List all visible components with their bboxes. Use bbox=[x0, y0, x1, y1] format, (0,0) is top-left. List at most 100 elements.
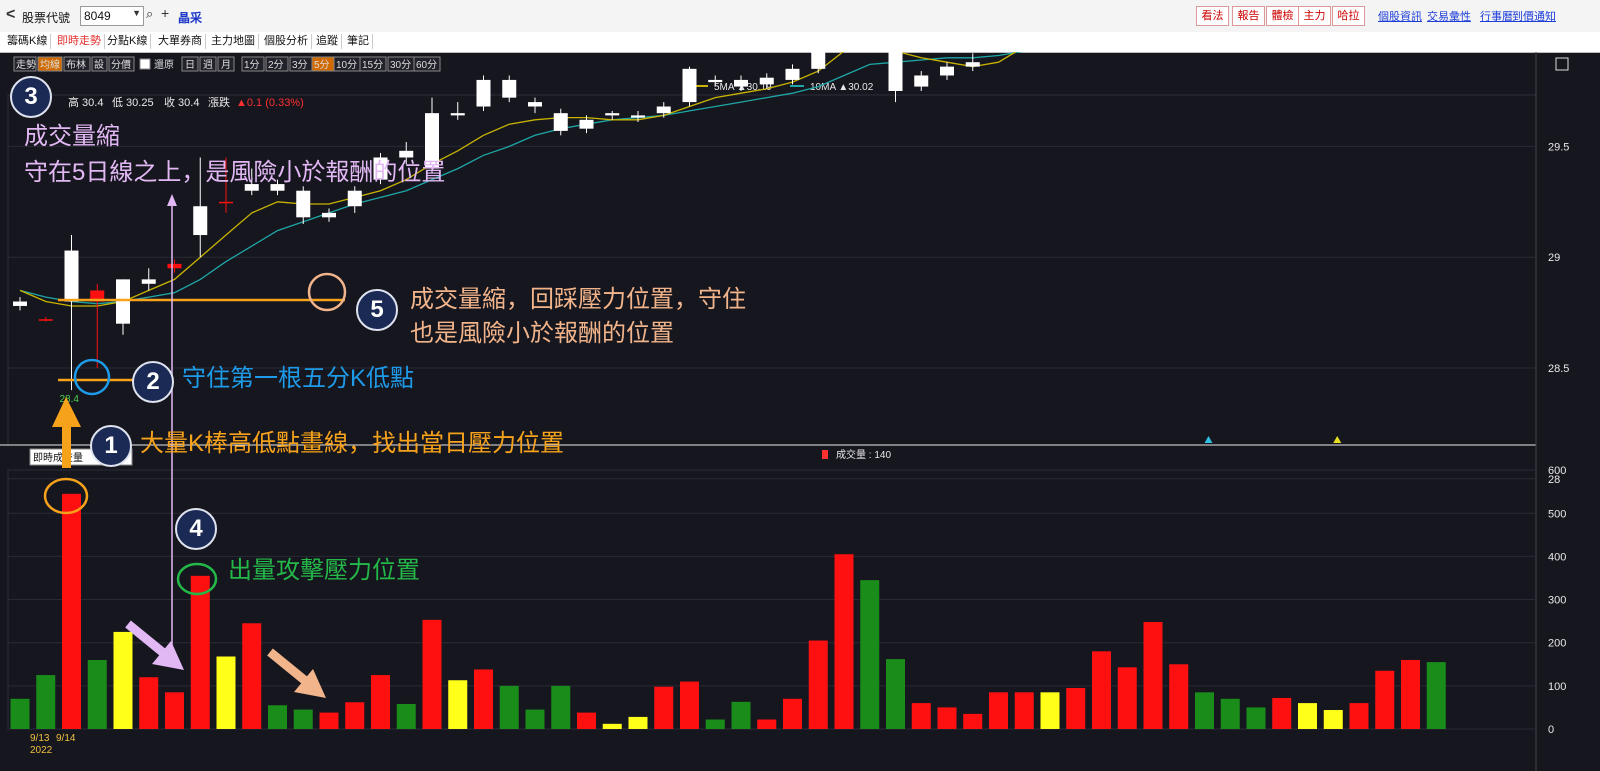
candle-body bbox=[759, 77, 774, 85]
volume-bar bbox=[963, 713, 983, 729]
price-tick-label: 28.5 bbox=[1548, 363, 1569, 375]
volume-bar bbox=[551, 685, 571, 729]
candle-body bbox=[708, 79, 723, 83]
stock-code-input[interactable]: 8049 ▼ bbox=[80, 6, 144, 26]
volume-bar bbox=[1014, 692, 1034, 729]
volume-bar bbox=[808, 640, 828, 729]
volume-bar bbox=[87, 659, 107, 729]
volume-bar bbox=[1323, 710, 1343, 729]
volume-bar bbox=[371, 675, 390, 729]
candle-body bbox=[347, 190, 362, 207]
tab-bar: 籌碼K線 即時走勢 分點K線 大單券商 主力地圖 個股分析 追蹤 筆記 bbox=[0, 32, 1600, 53]
volume-bar bbox=[783, 698, 802, 729]
volume-bar bbox=[1246, 707, 1266, 729]
tab-0[interactable]: 籌碼K線 bbox=[4, 34, 52, 49]
restore-checkbox bbox=[139, 58, 151, 70]
volume-bar bbox=[319, 712, 339, 729]
top-toolbar: < 股票代號 8049 ▼ ⌕ + 晶采 看法 報告 體檢 主力 哈拉 個股資訊 交易彙性… bbox=[0, 0, 1600, 33]
search-icon[interactable]: ⌕ bbox=[146, 6, 153, 22]
annotation-5-line1: 成交量縮，回踩壓力位置，守住 bbox=[410, 286, 746, 313]
volume-bar bbox=[989, 692, 1008, 729]
volume-bar bbox=[268, 705, 287, 729]
candle-body bbox=[656, 106, 671, 114]
tab-3[interactable]: 大單券商 bbox=[155, 34, 206, 49]
annotation-circle-2 bbox=[73, 358, 111, 396]
candle-body bbox=[502, 79, 517, 98]
toolbar-button-2[interactable]: 體檢 bbox=[1266, 6, 1299, 26]
candle-body bbox=[528, 102, 542, 107]
stock-name: 晶采 bbox=[178, 11, 203, 25]
candle-body bbox=[734, 79, 748, 87]
tab-1[interactable]: 即時走勢 bbox=[54, 34, 105, 49]
volume-bar bbox=[113, 631, 133, 729]
volume-bar bbox=[448, 680, 468, 729]
ma-legend-label: 10MA ▲30.02 bbox=[810, 82, 874, 93]
price-tick-label: 29 bbox=[1548, 252, 1560, 264]
volume-bar bbox=[396, 703, 416, 729]
candle-body bbox=[682, 68, 697, 103]
x-tick-label: 9/14 bbox=[56, 733, 76, 744]
volume-bar bbox=[499, 685, 519, 729]
period-button-label: 月 bbox=[221, 59, 231, 71]
toolbar-link-1[interactable]: 交易彙性 bbox=[1427, 8, 1471, 24]
volume-bar bbox=[628, 716, 648, 729]
chevron-down-icon[interactable]: ▼ bbox=[132, 8, 141, 18]
marker-triangle bbox=[1333, 436, 1342, 443]
volume-bar bbox=[1092, 651, 1111, 729]
back-icon[interactable]: < bbox=[6, 6, 15, 24]
candle-body bbox=[450, 113, 465, 116]
toolbar-link-0[interactable]: 個股資訊 bbox=[1378, 8, 1422, 24]
toolbar-button-3[interactable]: 主力 bbox=[1298, 6, 1331, 26]
volume-bar bbox=[216, 656, 236, 729]
toolbar-button-0[interactable]: 看法 bbox=[1196, 6, 1229, 26]
volume-bar bbox=[1066, 688, 1086, 729]
annotation-2: 守住第一根五分K低點 bbox=[182, 365, 415, 392]
tab-7[interactable]: 筆記 bbox=[344, 34, 373, 49]
info-low: 低 30.25 bbox=[112, 96, 154, 109]
annotation-1: 大量K棒高低點畫線，找出當日壓力位置 bbox=[140, 430, 565, 457]
stock-code-label: 股票代號 bbox=[22, 11, 71, 25]
volume-tick-label: 500 bbox=[1548, 508, 1566, 520]
volume-tick-label: 0 bbox=[1548, 724, 1554, 736]
tab-2[interactable]: 分點K線 bbox=[104, 34, 152, 49]
lavender-diagonal-arrow-shaft bbox=[125, 620, 169, 659]
volume-bar bbox=[680, 681, 699, 729]
candle-body bbox=[605, 113, 620, 116]
annotation-badge-3: 3 bbox=[10, 76, 52, 118]
volume-tick-label: 100 bbox=[1548, 681, 1566, 693]
minute-button-label: 5分 bbox=[314, 59, 330, 71]
candle-body bbox=[811, 52, 826, 69]
add-icon[interactable]: + bbox=[161, 5, 169, 21]
x-tick-label: 9/13 bbox=[30, 733, 50, 744]
minute-button-label: 15分 bbox=[362, 59, 383, 71]
toolbar-link-3[interactable]: 到價通知 bbox=[1512, 8, 1556, 24]
toolbar-link-2[interactable]: 行事曆 bbox=[1480, 8, 1513, 24]
volume-bar bbox=[757, 719, 777, 729]
period-button-label: 週 bbox=[203, 59, 213, 71]
volume-bar bbox=[1426, 662, 1446, 729]
info-change-label: 漲跌 bbox=[208, 95, 230, 109]
volume-title: 成交量 : 140 bbox=[836, 448, 891, 461]
candle-body bbox=[785, 68, 800, 80]
volume-bar bbox=[525, 709, 545, 729]
chart-toolbar-button-label: 走勢 bbox=[16, 58, 36, 71]
volume-bar bbox=[937, 707, 957, 729]
toolbar-button-4[interactable]: 哈拉 bbox=[1332, 6, 1365, 26]
volume-bar bbox=[654, 686, 674, 729]
volume-bar bbox=[1143, 621, 1163, 729]
tab-5[interactable]: 個股分析 bbox=[261, 34, 312, 49]
annotation-circle-5 bbox=[307, 272, 347, 312]
candle-body bbox=[64, 250, 79, 302]
tab-4[interactable]: 主力地圖 bbox=[208, 34, 259, 49]
candle-body bbox=[296, 190, 311, 218]
volume-bar bbox=[345, 702, 365, 729]
volume-bar bbox=[860, 580, 880, 729]
volume-tick-label: 300 bbox=[1548, 595, 1566, 607]
annotation-3-line2: 守在5日線之上，是風險小於報酬的位置 bbox=[24, 159, 446, 186]
tab-6[interactable]: 追蹤 bbox=[313, 34, 342, 49]
toolbar-button-1[interactable]: 報告 bbox=[1232, 6, 1265, 26]
candle-body bbox=[888, 52, 903, 91]
candle-body bbox=[219, 201, 233, 204]
volume-bar bbox=[36, 675, 56, 729]
annotation-badge-4: 4 bbox=[175, 508, 217, 550]
